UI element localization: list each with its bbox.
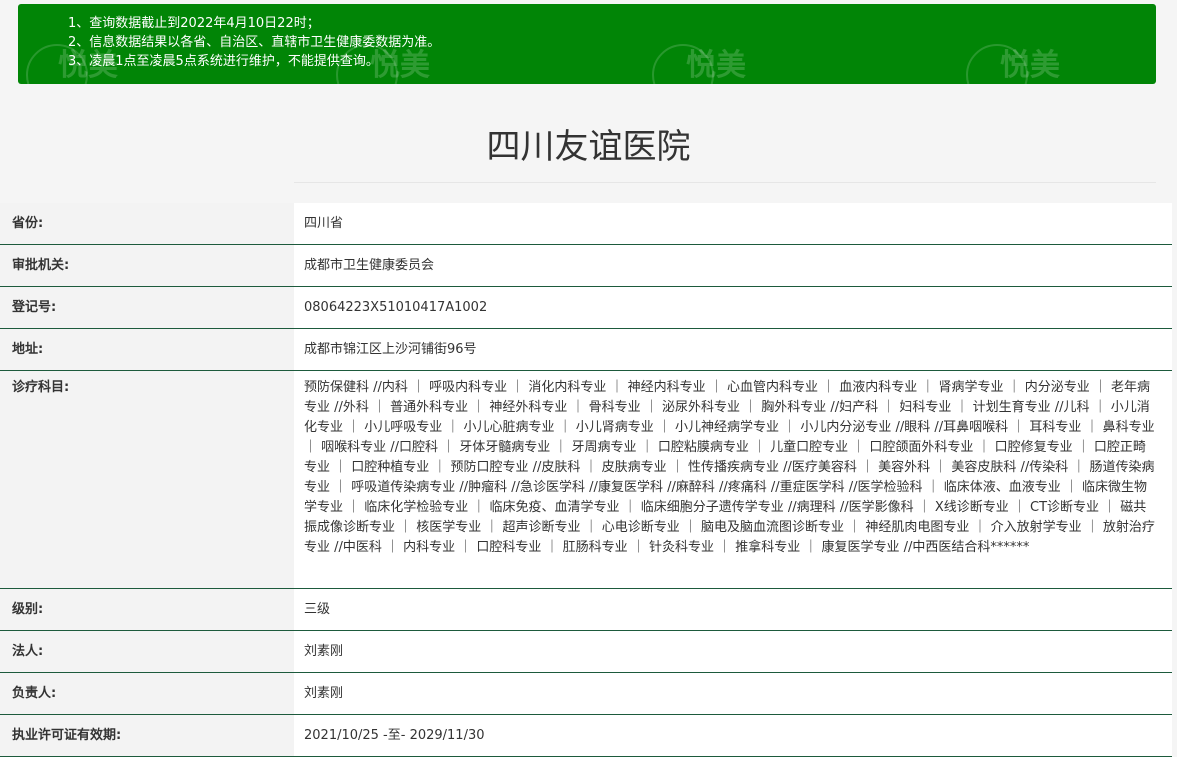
- row-departments: 诊疗科目: 预防保健科 //内科 ｜ 呼吸内科专业 ｜ 消化内科专业 ｜ 神经内…: [0, 370, 1172, 589]
- authority-label: 审批机关:: [0, 244, 294, 287]
- departments-value: 预防保健科 //内科 ｜ 呼吸内科专业 ｜ 消化内科专业 ｜ 神经内科专业 ｜ …: [294, 370, 1172, 589]
- hospital-name: 四川友谊医院: [486, 127, 691, 167]
- legal-person-value: 刘素刚: [294, 630, 1172, 673]
- notice-banner: 悦美 悦美 悦美 悦美 1、查询数据截止到2022年4月10日22时； 2、信息…: [18, 4, 1156, 84]
- person-in-charge-value: 刘素刚: [294, 672, 1172, 715]
- level-value: 三级: [294, 588, 1172, 631]
- row-legal-person: 法人: 刘素刚: [0, 630, 1172, 673]
- notice-line-2: 2、信息数据结果以各省、自治区、直辖市卫生健康委数据为准。: [68, 35, 441, 50]
- row-authority: 审批机关: 成都市卫生健康委员会: [0, 244, 1172, 287]
- license-validity-label: 执业许可证有效期:: [0, 714, 294, 757]
- province-value: 四川省: [294, 203, 1172, 245]
- hospital-info-table: 省份: 四川省 审批机关: 成都市卫生健康委员会 登记号: 08064223X5…: [0, 203, 1172, 757]
- license-validity-value: 2021/10/25 -至- 2029/11/30: [294, 714, 1172, 757]
- level-label: 级别:: [0, 588, 294, 631]
- authority-value: 成都市卫生健康委员会: [294, 244, 1172, 287]
- notice-line-3: 3、凌晨1点至凌晨5点系统进行维护，不能提供查询。: [68, 54, 379, 69]
- row-address: 地址: 成都市锦江区上沙河铺街96号: [0, 328, 1172, 371]
- legal-person-label: 法人:: [0, 630, 294, 673]
- row-level: 级别: 三级: [0, 588, 1172, 631]
- title-divider: [294, 182, 1156, 183]
- notice-line-1: 1、查询数据截止到2022年4月10日22时；: [68, 16, 320, 31]
- row-registration: 登记号: 08064223X51010417A1002: [0, 286, 1172, 329]
- address-value: 成都市锦江区上沙河铺街96号: [294, 328, 1172, 371]
- row-province: 省份: 四川省: [0, 203, 1172, 245]
- departments-label: 诊疗科目:: [0, 370, 294, 589]
- registration-value: 08064223X51010417A1002: [294, 286, 1172, 329]
- row-license-validity: 执业许可证有效期: 2021/10/25 -至- 2029/11/30: [0, 714, 1172, 757]
- registration-label: 登记号:: [0, 286, 294, 329]
- address-label: 地址:: [0, 328, 294, 371]
- row-person-in-charge: 负责人: 刘素刚: [0, 672, 1172, 715]
- province-label: 省份:: [0, 203, 294, 245]
- person-in-charge-label: 负责人:: [0, 672, 294, 715]
